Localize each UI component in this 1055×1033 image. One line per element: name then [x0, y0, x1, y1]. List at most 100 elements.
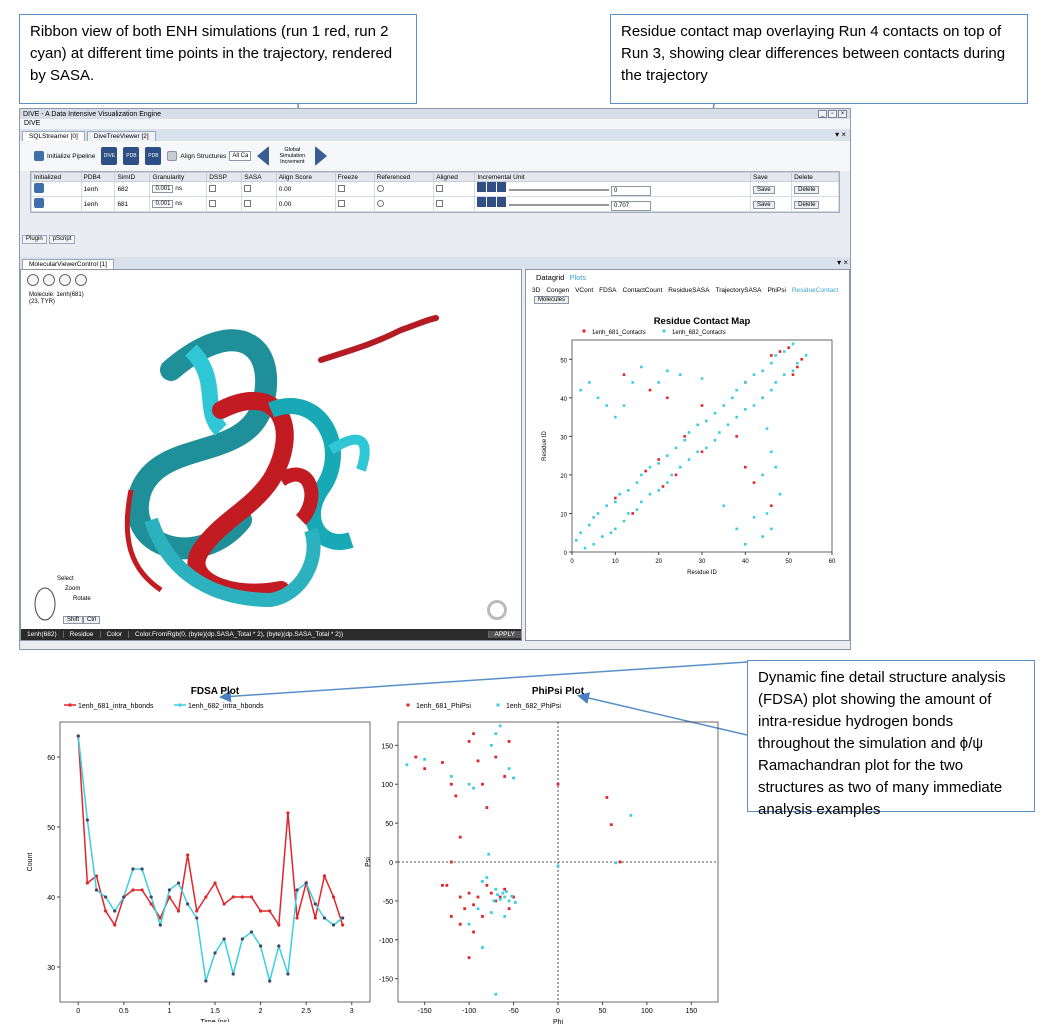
row-granularity[interactable]: 0.001 ns — [149, 181, 208, 197]
data-point — [631, 381, 634, 384]
tab-divetreeviewer[interactable]: DiveTreeViewer [2] — [86, 131, 156, 141]
delete-button[interactable]: Delete — [794, 200, 820, 209]
tab-sqlstreamer[interactable]: SQLStreamer [0] — [22, 131, 85, 141]
data-point — [498, 724, 502, 728]
align-structures-button[interactable]: Align Structures All Ca — [167, 151, 252, 161]
data-point — [735, 527, 738, 531]
menu-dive[interactable]: DIVE — [24, 120, 40, 127]
tab-plugin[interactable]: Plugin — [22, 235, 47, 244]
molecules-button[interactable]: Molecules — [534, 296, 570, 304]
mouse-icon — [34, 587, 56, 621]
pdb-search-icon[interactable]: PDB — [123, 147, 140, 165]
tab-molecular-viewer[interactable]: MolecularViewerControl [1] — [22, 259, 114, 269]
close-tab-icon[interactable]: ▾ × — [835, 130, 846, 139]
plot-tab-contactcount[interactable]: ContactCount — [623, 287, 663, 294]
dive-window: DIVE - A Data Intensive Visualization En… — [19, 108, 851, 650]
plot-tab-trajectorysasa[interactable]: TrajectorySASA — [715, 287, 761, 294]
col-sasa: SASA — [241, 172, 277, 182]
data-point — [761, 473, 764, 477]
data-point — [277, 923, 281, 927]
plot-tab-residuecontact[interactable]: ResidueContact — [792, 287, 838, 294]
data-point — [186, 853, 190, 857]
pdb-icon[interactable]: PDB — [145, 147, 162, 165]
row-simid: 681 — [114, 196, 151, 212]
forward-icon[interactable] — [487, 197, 497, 207]
data-point — [744, 465, 747, 469]
data-point — [472, 732, 475, 736]
x-tick-label: -50 — [508, 1008, 518, 1015]
datagrid-tab[interactable]: Datagrid — [536, 273, 564, 282]
sasa-checkbox[interactable] — [244, 199, 252, 207]
tab-pscript[interactable]: pScript — [48, 235, 76, 244]
molecule-viewer[interactable]: Molecule: 1enh(681) (23, TYR) Select Zoo… — [20, 269, 522, 641]
maximize-button[interactable]: ▫ — [828, 110, 837, 118]
x-tick-label: 20 — [655, 559, 662, 565]
status-color[interactable]: Color — [101, 631, 130, 638]
aligned-checkbox[interactable] — [436, 184, 444, 192]
close-button[interactable]: × — [838, 110, 847, 118]
play-icon[interactable] — [497, 197, 507, 207]
plot-tab-fdsa[interactable]: FDSA — [599, 287, 616, 294]
save-button[interactable]: Save — [752, 200, 775, 209]
row-granularity[interactable]: 0.001 ns — [149, 196, 208, 212]
align-select[interactable]: All Ca — [229, 151, 252, 161]
col-granularity: Granularity — [149, 172, 208, 182]
data-point — [622, 519, 626, 523]
forward-icon[interactable] — [487, 182, 497, 192]
data-point — [761, 369, 764, 373]
freeze-checkbox[interactable] — [337, 199, 345, 207]
referenced-radio[interactable] — [376, 199, 384, 207]
apply-button[interactable]: APPLY — [488, 631, 521, 638]
increment-value[interactable]: 0 — [610, 186, 651, 196]
back-icon[interactable] — [477, 182, 487, 192]
data-point — [158, 923, 162, 927]
play-icon[interactable] — [497, 182, 507, 192]
plot-tab-phipsi[interactable]: PhiPsi — [767, 287, 785, 294]
plot-tab-vcont[interactable]: VCont — [575, 287, 593, 294]
increment-slider[interactable] — [509, 204, 610, 207]
data-point — [796, 361, 799, 365]
aligned-checkbox[interactable] — [436, 199, 444, 207]
dssp-checkbox[interactable] — [209, 199, 217, 207]
flag-icon[interactable] — [43, 274, 55, 286]
granularity-value[interactable]: 0.001 — [152, 184, 174, 193]
x-tick-label: 2 — [259, 1008, 263, 1015]
data-point — [249, 895, 254, 899]
plot-tab-3d[interactable]: 3D — [532, 287, 540, 294]
data-point — [700, 404, 704, 407]
close-mvc-icon[interactable]: ▾ × — [837, 258, 848, 267]
eye-icon[interactable] — [59, 274, 71, 286]
data-point — [94, 888, 99, 892]
plots-tab[interactable]: Plots — [569, 273, 586, 282]
settings-icon[interactable] — [75, 274, 87, 286]
granularity-value[interactable]: 0.001 — [152, 199, 174, 208]
status-expression[interactable]: Color.FromRgb(0, (byte)(dp.SASA_Total * … — [129, 631, 489, 638]
plot-tab-residuesasa[interactable]: ResidueSASA — [668, 287, 709, 294]
recycle-icon[interactable] — [487, 600, 507, 620]
prev-increment-icon[interactable] — [257, 146, 270, 166]
data-point — [752, 404, 756, 407]
data-point — [713, 438, 717, 442]
status-residue[interactable]: Residue — [64, 631, 101, 638]
referenced-radio[interactable] — [376, 184, 384, 192]
freeze-checkbox[interactable] — [337, 184, 345, 192]
initialize-pipeline-button[interactable]: Initialize Pipeline — [34, 151, 95, 161]
callout-fdsa: Dynamic fine detail structure analysis (… — [747, 660, 1035, 818]
save-button[interactable]: Save — [752, 185, 775, 194]
screenshot-icon[interactable] — [27, 274, 39, 286]
minimize-button[interactable]: _ — [818, 110, 827, 118]
next-increment-icon[interactable] — [315, 146, 328, 166]
y-tick-label: -150 — [379, 977, 393, 984]
dssp-checkbox[interactable] — [209, 184, 217, 192]
col-pdb4: PDB4 — [80, 172, 116, 182]
plot-tab-congen[interactable]: Congen — [546, 287, 569, 294]
increment-value[interactable]: 0.707 — [610, 201, 651, 211]
sasa-checkbox[interactable] — [244, 184, 252, 192]
increment-slider[interactable] — [509, 189, 610, 192]
back-icon[interactable] — [477, 197, 487, 207]
data-point — [575, 539, 578, 542]
delete-button[interactable]: Delete — [794, 185, 820, 194]
y-tick-label: 150 — [381, 743, 393, 750]
x-tick-label: 2.5 — [301, 1008, 311, 1015]
pdb-dive-icon[interactable]: DIVE — [101, 147, 118, 165]
